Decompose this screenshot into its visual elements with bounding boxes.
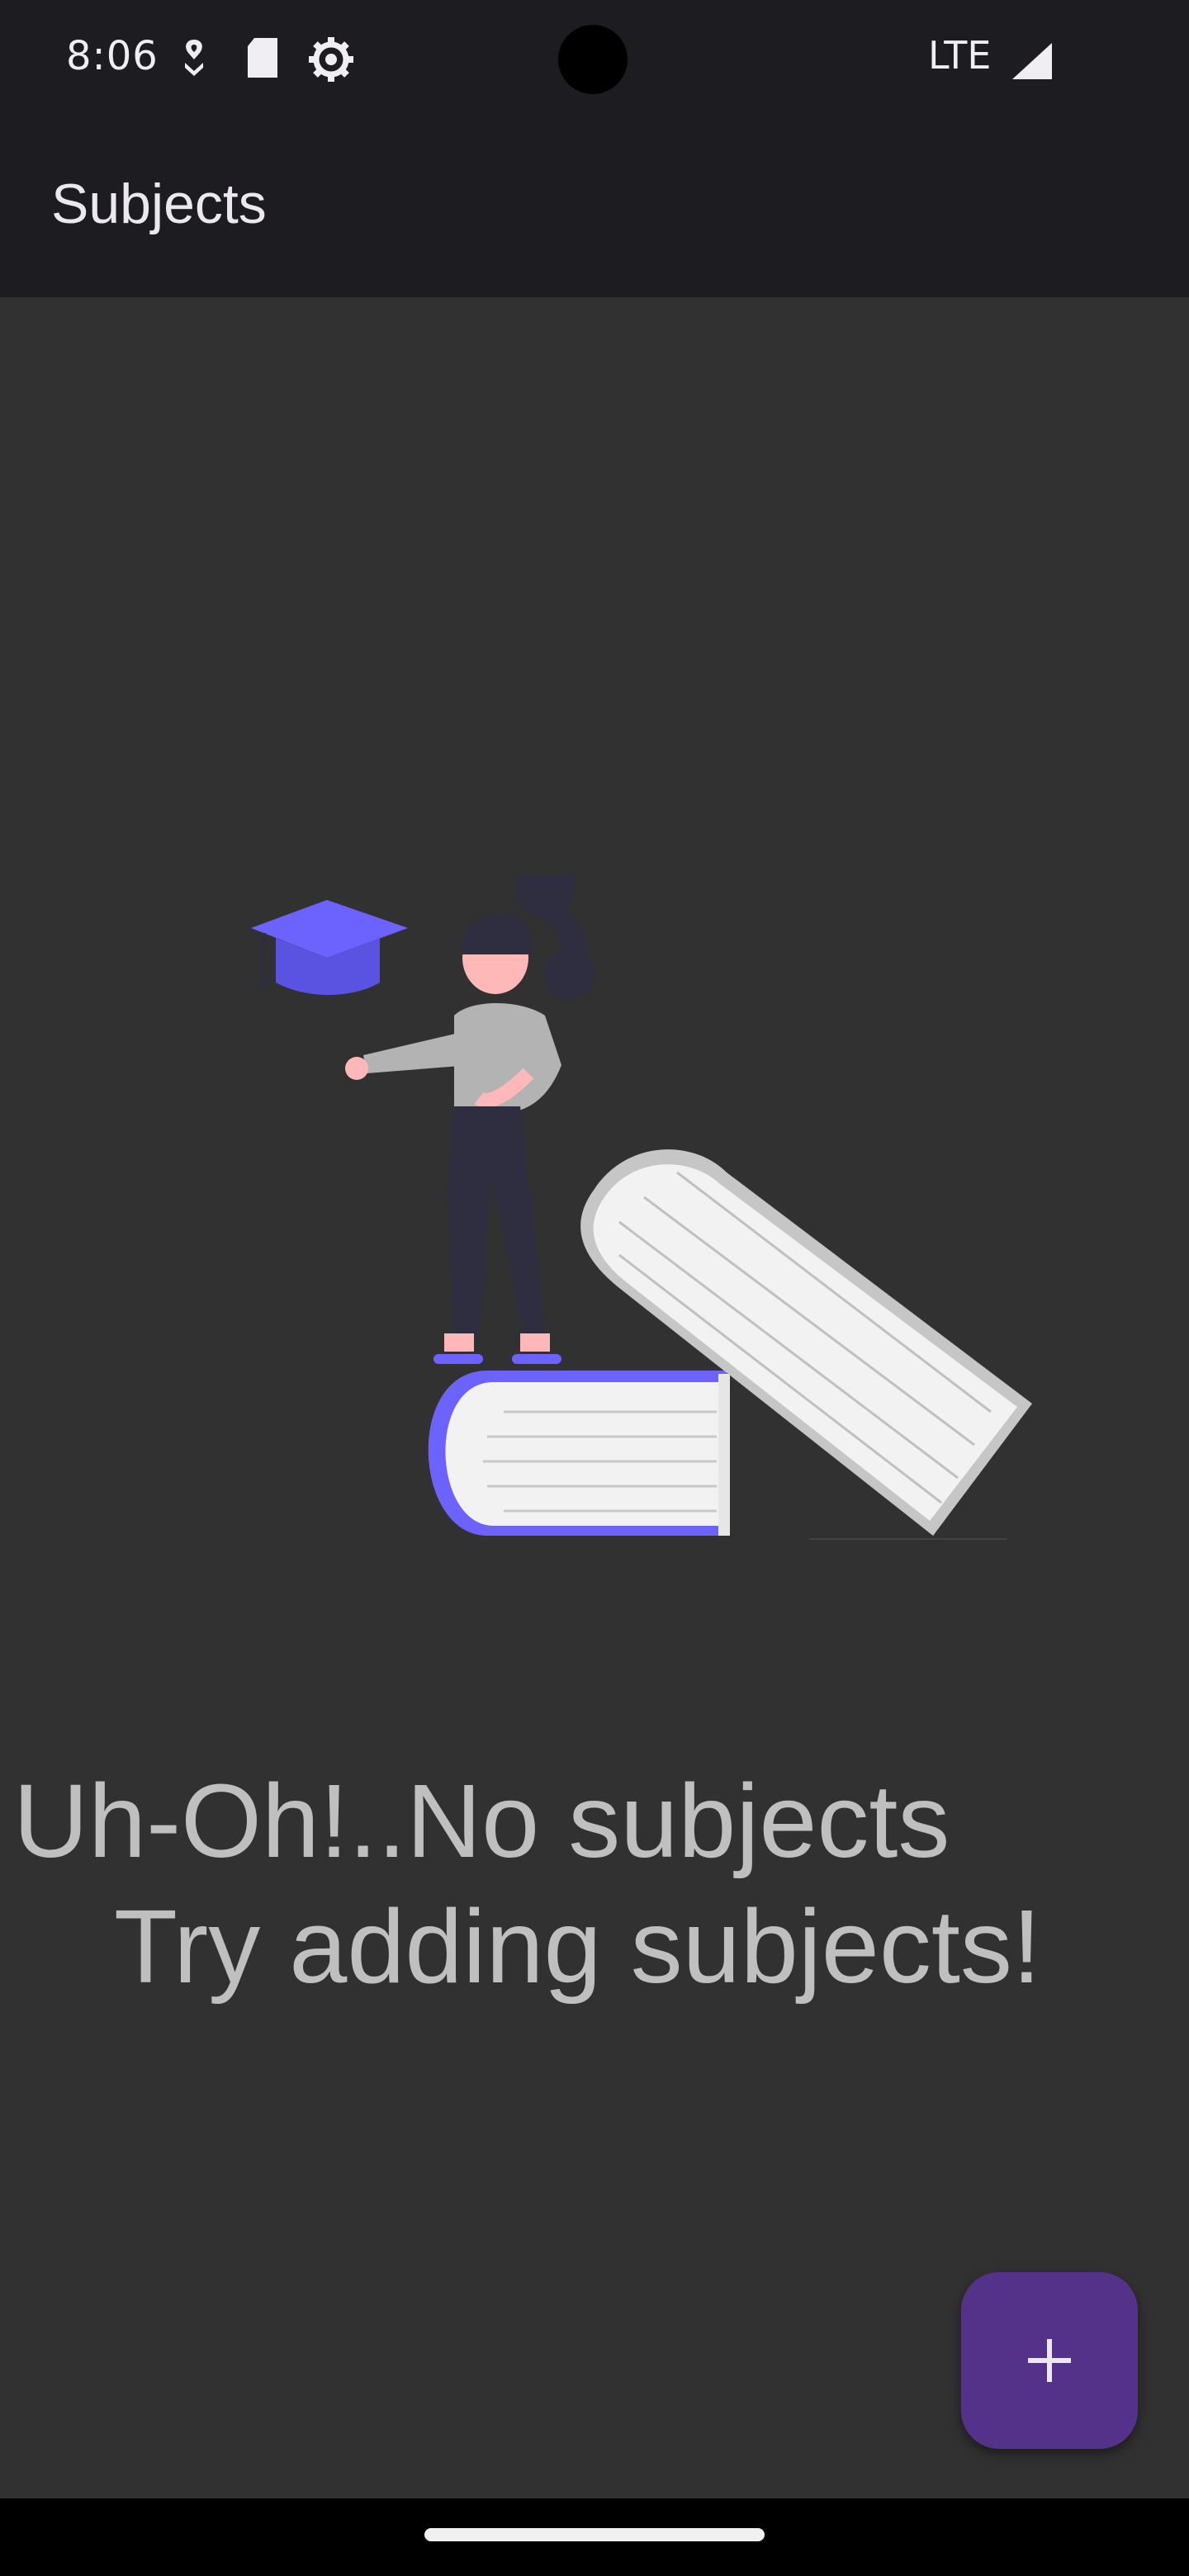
app-bar: Subjects <box>0 124 1189 297</box>
person-figure <box>345 875 594 1364</box>
settings-gear-icon <box>309 37 353 82</box>
network-type: LTE <box>928 33 992 78</box>
graduation-cap-icon <box>251 900 408 995</box>
camera-cutout <box>558 25 628 94</box>
status-time: 8:06 <box>66 33 159 79</box>
book-horizontal <box>428 1371 730 1536</box>
empty-state-title: Uh-Oh!..No subjects <box>13 1763 950 1879</box>
home-gesture-handle[interactable] <box>424 2528 765 2541</box>
plus-icon <box>1028 2339 1071 2382</box>
screen: 8:06 LTE Subjects Uh-Oh!..No subjects Tr… <box>0 0 1189 2576</box>
sd-card-icon <box>248 38 277 78</box>
status-bar: 8:06 LTE <box>0 0 1189 124</box>
empty-state-subtitle: Try adding subjects! <box>114 1888 1041 2005</box>
add-subject-button[interactable] <box>961 2272 1138 2449</box>
location-icon <box>185 40 203 76</box>
signal-icon <box>1012 43 1052 79</box>
empty-state-illustration <box>251 875 1032 1540</box>
empty-state-message: Uh-Oh!..No subjects Try adding subjects! <box>0 1759 1189 2010</box>
page-title: Subjects <box>51 173 267 235</box>
